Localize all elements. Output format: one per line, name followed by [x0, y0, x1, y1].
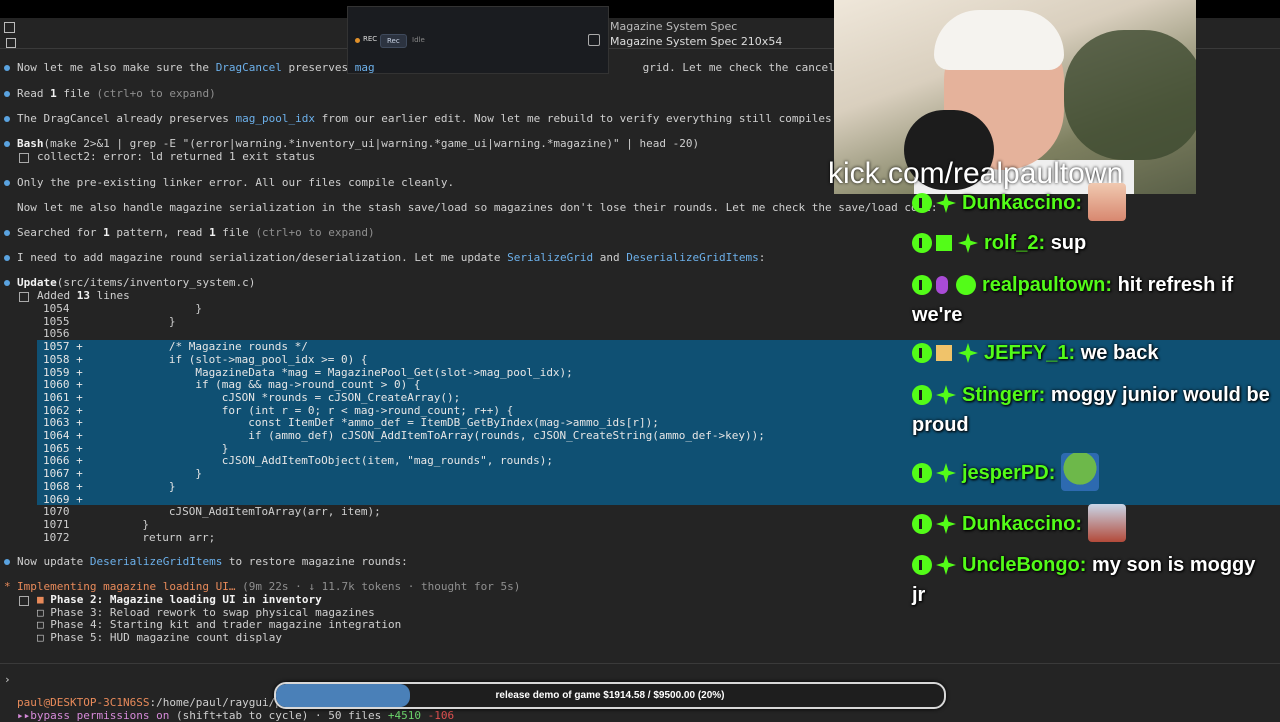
bullet-icon — [4, 91, 10, 97]
gift-badge-icon — [936, 345, 952, 361]
chat-message: realpaultown: hit refresh if we're — [912, 274, 1234, 326]
sub-badge-icon — [936, 555, 956, 575]
diff-line: 1069 + — [43, 492, 90, 506]
sub-badge-icon — [936, 385, 956, 405]
chat-message: Dunkaccino: — [912, 504, 1272, 542]
chat-message: JEFFY_1: we back — [912, 338, 1272, 368]
kick-badge-icon — [912, 343, 932, 363]
diff-line: 1062 + for (int r = 0; r < mag->round_co… — [43, 403, 514, 417]
chat-message: rolf_2: sup — [912, 228, 1272, 258]
diff-line: 1071 } — [43, 517, 149, 531]
bullet-icon — [4, 141, 10, 147]
gift-badge-icon — [936, 235, 952, 251]
window-title: Magazine System Spec — [610, 20, 738, 33]
update-summary: Added 13 lines — [37, 289, 130, 302]
message-8: I need to add magazine round serializati… — [17, 251, 766, 264]
cwd-path: paul@DESKTOP-3C1N6SS:/home/paul/raygui/p — [17, 696, 282, 709]
bullet-icon — [4, 280, 10, 286]
diff-line: 1063 + const ItemDef *ammo_def = ItemDB_… — [43, 416, 659, 430]
diff-line: 1068 + } — [43, 479, 176, 493]
message-7: Searched for 1 pattern, read 1 file (ctr… — [17, 226, 375, 239]
message-6: Now let me also handle magazine serializ… — [17, 201, 938, 214]
diff-line: 1056 — [43, 327, 90, 341]
chat-message: Dunkaccino: — [912, 183, 1272, 221]
diff-line: 1061 + cJSON *rounds = cJSON_CreateArray… — [43, 390, 461, 404]
rec-label: REC — [363, 35, 378, 43]
sub-badge-icon — [958, 233, 978, 253]
mic-badge-icon — [936, 276, 948, 294]
sub-badge-icon — [958, 343, 978, 363]
chat-message: jesperPD: — [912, 453, 1272, 491]
bullet-icon — [4, 180, 10, 186]
sub-badge-icon — [936, 514, 956, 534]
diff-line: 1066 + cJSON_AddItemToObject(item, "mag_… — [43, 454, 553, 468]
chat-message: UncleBongo: my son is moggy jr — [912, 554, 1256, 606]
result-icon — [19, 292, 29, 302]
pepe-emote-icon — [1060, 453, 1099, 491]
bullet-icon — [4, 230, 10, 236]
bullet-icon — [4, 255, 10, 261]
diff-line: 1059 + MagazineData *mag = MagazinePool_… — [43, 365, 573, 379]
update-header: Update(src/items/inventory_system.c) — [17, 276, 256, 289]
background-plant — [1064, 30, 1196, 160]
permissions-line: ▸▸bypass permissions on (shift+tab to cy… — [17, 709, 455, 722]
bash-result: collect2: error: ld returned 1 exit stat… — [37, 150, 316, 163]
diff-line: 1055 } — [43, 314, 176, 328]
perm-icon: ▸▸ — [17, 709, 31, 722]
chat-message: Stingerr: moggy junior would be proud — [912, 384, 1270, 436]
donation-goal-bar: release demo of game $1914.58 / $9500.00… — [274, 682, 946, 709]
record-dot-icon — [355, 38, 360, 43]
sub-badge-icon — [936, 463, 956, 483]
expand-icon[interactable] — [588, 34, 600, 46]
window-titlebar: Magazine System Spec Magazine System Spe… — [606, 18, 836, 50]
kick-badge-icon — [912, 463, 932, 483]
input-prompt[interactable]: › — [4, 673, 11, 686]
diff-line: 1072 return arr; — [43, 530, 216, 544]
diff-line: 1067 + } — [43, 467, 202, 481]
message-2: Read 1 file (ctrl+o to expand) — [17, 87, 216, 100]
diff-line: 1060 + if (mag && mag->round_count > 0) … — [43, 378, 421, 392]
window-subtitle: Magazine System Spec 210x54 — [610, 35, 783, 48]
kick-badge-icon — [912, 193, 932, 213]
diff-line: 1064 + if (ammo_def) cJSON_AddItemToArra… — [43, 429, 765, 442]
kick-badge-icon — [912, 385, 932, 405]
diff-line: 1065 + } — [43, 441, 229, 455]
message-3: The DragCancel already preserves mag_poo… — [17, 112, 839, 125]
diff-line: 1057 + /* Magazine rounds */ — [43, 340, 308, 354]
diff-line: 1070 cJSON_AddItemToArray(arr, item); — [43, 505, 381, 519]
window-icon[interactable] — [4, 22, 15, 33]
goal-label: release demo of game $1914.58 / $9500.00… — [495, 690, 725, 701]
kick-badge-icon — [912, 233, 932, 253]
kick-badge-icon — [912, 275, 932, 295]
rec-button[interactable]: Rec — [380, 34, 407, 48]
kick-badge-icon — [912, 514, 932, 534]
bullet-icon — [4, 116, 10, 122]
bullet-icon — [4, 65, 10, 71]
face-emote-icon — [1087, 504, 1126, 542]
kick-badge-icon — [912, 555, 932, 575]
bash-command: Bash(make 2>&1 | grep -E "(error|warning… — [17, 137, 700, 150]
result-icon — [19, 153, 29, 163]
sub-badge-icon — [936, 193, 956, 213]
face-emote-icon — [1087, 183, 1126, 221]
diff-line: 1054 } — [43, 302, 202, 315]
streamer-cap — [934, 10, 1064, 70]
idle-button[interactable]: Idle — [406, 34, 431, 46]
tab-icon[interactable] — [6, 38, 16, 48]
verified-badge-icon — [956, 275, 976, 295]
message-1: Now let me also make sure the DragCancel… — [17, 61, 875, 74]
diff-line: 1058 + if (slot->mag_pool_idx >= 0) { — [43, 352, 368, 366]
message-5: Only the pre-existing linker error. All … — [17, 176, 455, 189]
